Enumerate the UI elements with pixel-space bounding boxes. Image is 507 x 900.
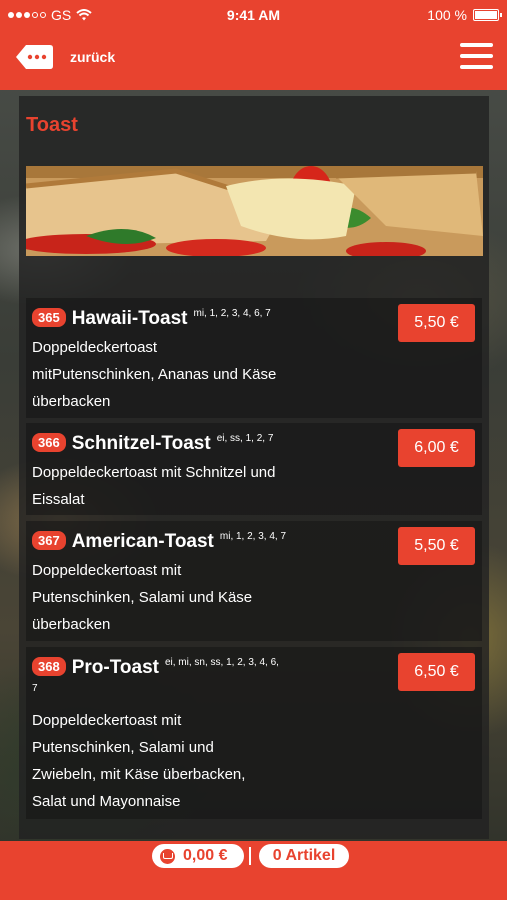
item-number-badge: 365 [32,308,66,327]
back-bubble-icon[interactable] [14,43,54,71]
item-number-badge: 367 [32,531,66,550]
item-description-line: Doppeldeckertoast mit [32,562,182,579]
cart-icon [160,849,175,864]
item-description-line: überbacken [32,393,111,410]
item-description-line: Salat und Mayonnaise [32,793,181,810]
cart-total: 0,00 € [183,847,228,864]
item-name: Pro-Toast [71,657,159,678]
menu-item: 366 Schnitzel-Toast ei, ss, 1, 2, 7 Dopp… [26,423,482,515]
status-bar: GS 9:41 AM 100 % [0,0,507,30]
menu-item: 367 American-Toast mi, 1, 2, 3, 4, 7 Dop… [26,521,482,641]
item-description-line: Doppeldeckertoast mit [32,712,182,729]
item-description-line: mitPutenschinken, Ananas und Käse [32,366,277,383]
item-description-line: Eissalat [32,491,85,508]
menu-item-head: 365 Hawaii-Toast mi, 1, 2, 3, 4, 6, 7 [32,308,271,330]
item-description-line: Zwiebeln, mit Käse überbacken, [32,766,246,783]
item-allergens: mi, 1, 2, 3, 4, 7 [219,531,287,542]
item-name: Hawaii-Toast [71,308,188,329]
item-description: Doppeldeckertoast mit Schnitzel und Eiss… [32,459,275,513]
battery-label: 100 % [427,7,467,23]
item-description-line: Putenschinken, Salami und Käse [32,589,253,606]
battery-icon [473,9,502,21]
divider [249,847,251,865]
item-allergens: ei, ss, 1, 2, 7 [216,433,274,444]
cart-total-button[interactable]: 0,00 € [152,844,244,868]
menu-item: 365 Hawaii-Toast mi, 1, 2, 3, 4, 6, 7 Do… [26,298,482,418]
price-button[interactable]: 6,50 € [398,653,475,691]
battery-fill [475,11,497,19]
item-number-badge: 368 [32,657,66,676]
menu-item: 368 Pro-Toast ei, mi, sn, ss, 1, 2, 3, 4… [26,647,482,819]
item-description: Doppeldeckertoast mit Putenschinken, Sal… [32,707,245,815]
price-button[interactable]: 6,00 € [398,429,475,467]
back-button-label[interactable]: zurück [70,49,115,65]
item-description-line: Doppeldeckertoast [32,339,158,356]
toast-banner-image [26,166,483,256]
item-allergens: mi, 1, 2, 3, 4, 6, 7 [193,308,271,319]
item-description: Doppeldeckertoast mit Putenschinken, Sal… [32,557,252,638]
price-button[interactable]: 5,50 € [398,304,475,342]
item-allergens-continued: 7 [32,683,38,694]
item-description: Doppeldeckertoast mitPutenschinken, Anan… [32,334,276,415]
cart-count-button[interactable]: 0 Artikel [259,844,349,868]
status-right: 100 % [427,7,502,23]
menu-item-head: 366 Schnitzel-Toast ei, ss, 1, 2, 7 [32,433,273,455]
section-title: Toast [26,114,78,136]
item-number-badge: 366 [32,433,66,452]
price-button[interactable]: 5,50 € [398,527,475,565]
nav-bar: zurück [0,30,507,90]
menu-item-head: 367 American-Toast mi, 1, 2, 3, 4, 7 [32,531,286,553]
bottom-bar: 0,00 € 0 Artikel [0,841,507,900]
hamburger-menu-icon[interactable] [460,43,493,73]
item-name: Schnitzel-Toast [71,433,211,454]
item-name: American-Toast [71,531,214,552]
menu-panel: Toast 365 Hawaii-Toast mi, 1, 2, 3, 4, 6… [19,96,489,839]
menu-item-head: 368 Pro-Toast ei, mi, sn, ss, 1, 2, 3, 4… [32,657,279,679]
item-allergens: ei, mi, sn, ss, 1, 2, 3, 4, 6, [164,657,279,668]
item-description-line: überbacken [32,616,111,633]
item-description-line: Putenschinken, Salami und [32,739,214,756]
item-description-line: Doppeldeckertoast mit Schnitzel und [32,464,276,481]
